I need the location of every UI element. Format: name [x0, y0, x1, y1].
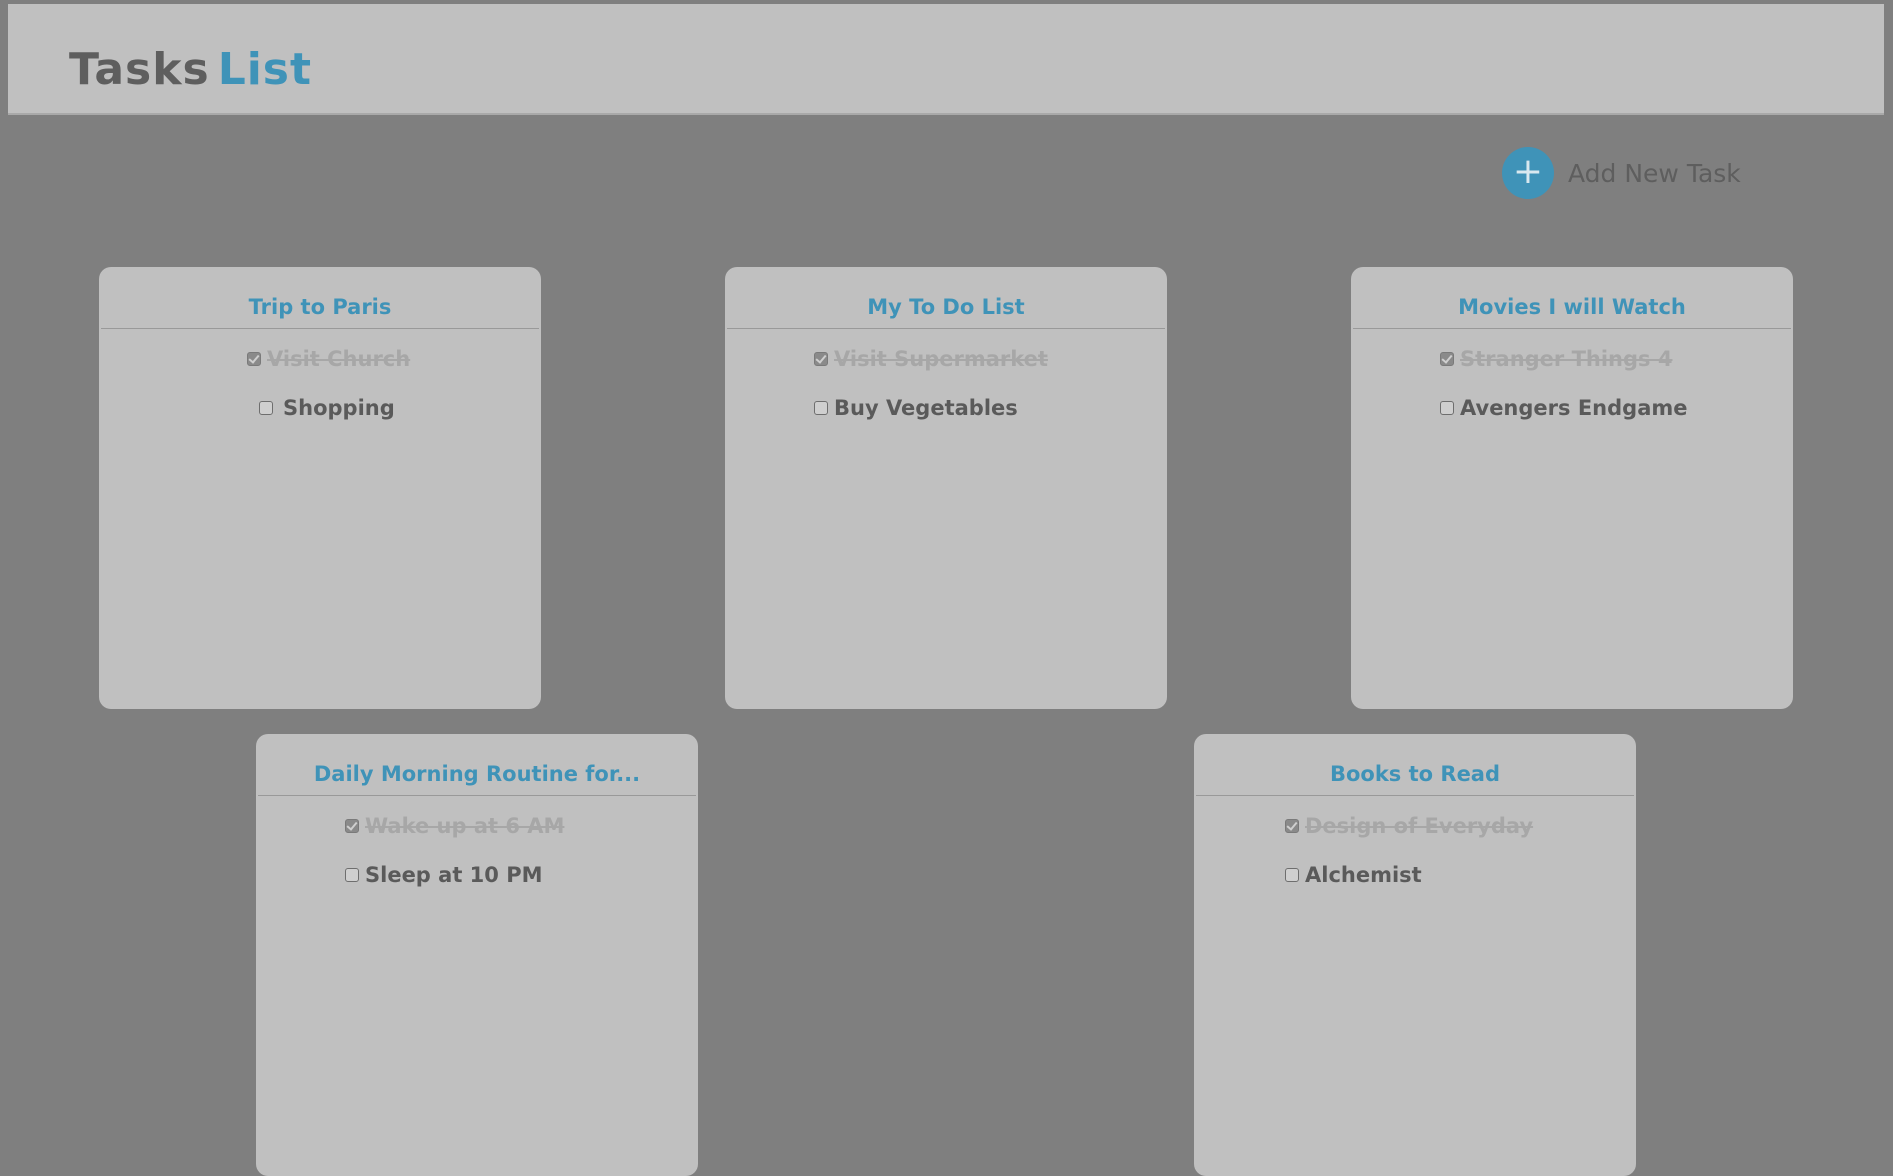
card-title: Daily Morning Routine for...	[258, 734, 696, 796]
task-checkbox-checked[interactable]	[814, 352, 828, 366]
task-item[interactable]: Visit Church	[247, 347, 410, 371]
task-item[interactable]: Sleep at 10 PM	[345, 863, 543, 887]
card-title: Trip to Paris	[101, 267, 539, 329]
task-checkbox-checked[interactable]	[1285, 819, 1299, 833]
task-item[interactable]: Visit Supermarket	[814, 347, 1048, 371]
task-checkbox[interactable]	[1285, 868, 1299, 882]
task-card-daily-morning-routine: Daily Morning Routine for... Wake up at …	[256, 734, 698, 1176]
task-checkbox[interactable]	[345, 868, 359, 882]
task-label: Visit Supermarket	[834, 347, 1048, 371]
task-item[interactable]: Buy Vegetables	[814, 396, 1018, 420]
app-title-part2: List	[217, 44, 313, 95]
task-card-my-to-do-list: My To Do List Visit Supermarket Buy Vege…	[725, 267, 1167, 709]
task-item[interactable]: Stranger Things 4	[1440, 347, 1672, 371]
task-item[interactable]: Alchemist	[1285, 863, 1422, 887]
card-title: Movies I will Watch	[1353, 267, 1791, 329]
add-new-task-button[interactable]: + Add New Task	[1502, 147, 1741, 199]
card-title: Books to Read	[1196, 734, 1634, 796]
plus-icon[interactable]: +	[1502, 147, 1554, 199]
task-label: Stranger Things 4	[1460, 347, 1673, 371]
task-checkbox-checked[interactable]	[1440, 352, 1454, 366]
task-checkbox[interactable]	[259, 401, 273, 415]
card-title: My To Do List	[727, 267, 1165, 329]
task-checkbox-checked[interactable]	[345, 819, 359, 833]
task-item[interactable]: Wake up at 6 AM	[345, 814, 564, 838]
add-new-task-label[interactable]: Add New Task	[1568, 159, 1741, 188]
app-header: Tasks List	[8, 4, 1884, 115]
task-label: Shopping	[283, 396, 395, 420]
task-label: Buy Vegetables	[834, 396, 1018, 420]
task-label: Sleep at 10 PM	[365, 863, 543, 887]
task-card-movies: Movies I will Watch Stranger Things 4 Av…	[1351, 267, 1793, 709]
task-label: Visit Church	[267, 347, 411, 371]
task-label: Alchemist	[1305, 863, 1422, 887]
app-title-part1: Tasks	[69, 44, 210, 95]
task-label: Wake up at 6 AM	[365, 814, 565, 838]
task-card-trip-to-paris: Trip to Paris Visit Church Shopping	[99, 267, 541, 709]
task-checkbox[interactable]	[814, 401, 828, 415]
task-item[interactable]: Avengers Endgame	[1440, 396, 1687, 420]
task-checkbox-checked[interactable]	[247, 352, 261, 366]
task-label: Avengers Endgame	[1460, 396, 1688, 420]
task-card-books-to-read: Books to Read Design of Everyday Alchemi…	[1194, 734, 1636, 1176]
task-item[interactable]: Shopping	[259, 396, 395, 420]
task-item[interactable]: Design of Everyday	[1285, 814, 1533, 838]
task-label: Design of Everyday	[1305, 814, 1534, 838]
task-checkbox[interactable]	[1440, 401, 1454, 415]
app-title: Tasks List	[69, 44, 312, 95]
